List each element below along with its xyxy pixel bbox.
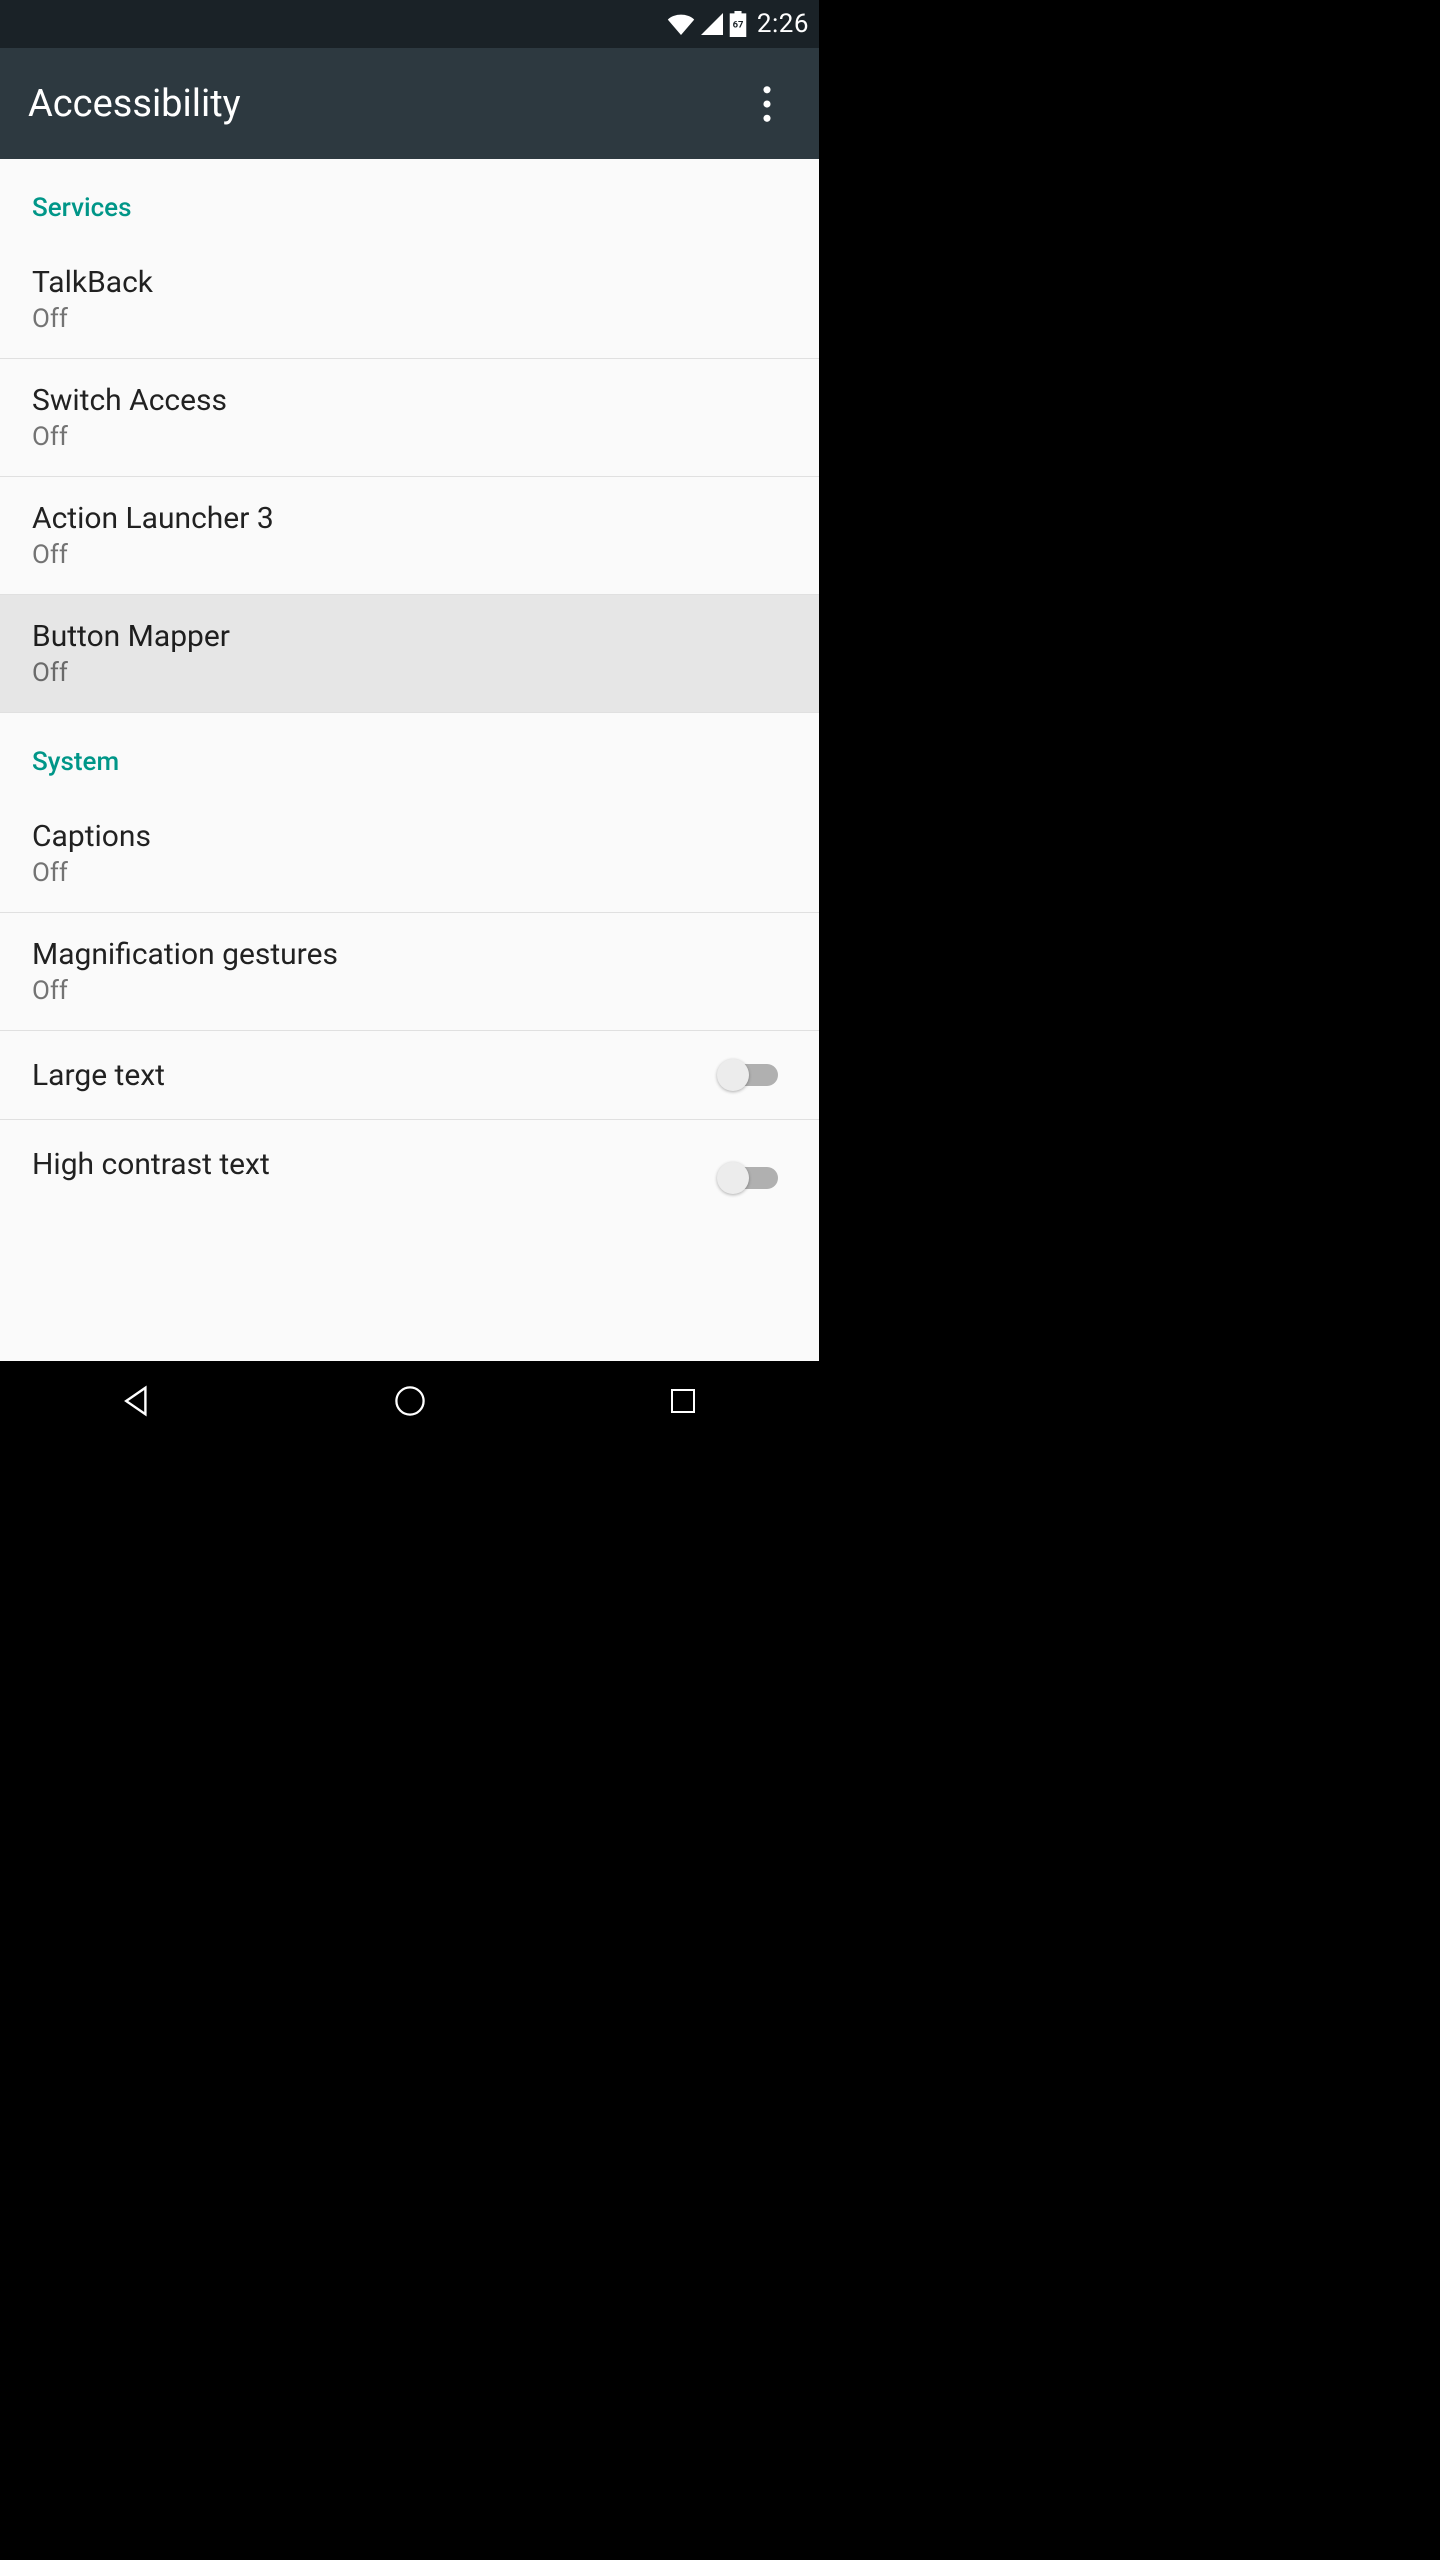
item-talkback[interactable]: TalkBack Off — [0, 241, 819, 359]
item-action-launcher-3[interactable]: Action Launcher 3 Off — [0, 477, 819, 595]
item-captions[interactable]: Captions Off — [0, 795, 819, 913]
status-time: 2:26 — [757, 9, 809, 39]
item-button-mapper[interactable]: Button Mapper Off — [0, 595, 819, 713]
page-title: Accessibility — [28, 82, 241, 126]
app-bar: Accessibility — [0, 48, 819, 159]
back-button[interactable] — [87, 1376, 187, 1426]
item-label: Captions — [32, 819, 151, 854]
recents-button[interactable] — [633, 1376, 733, 1426]
home-icon — [393, 1384, 427, 1418]
item-status: Off — [32, 858, 151, 888]
item-label: Magnification gestures — [32, 937, 338, 972]
item-status: Off — [32, 658, 230, 688]
back-icon — [119, 1383, 155, 1419]
item-label: Large text — [32, 1058, 165, 1093]
large-text-toggle[interactable] — [717, 1055, 787, 1095]
item-label: Switch Access — [32, 383, 227, 418]
home-button[interactable] — [360, 1376, 460, 1426]
item-status: Off — [32, 976, 338, 1006]
high-contrast-text-toggle[interactable] — [717, 1158, 787, 1198]
more-vert-icon — [762, 85, 772, 123]
settings-list[interactable]: Services TalkBack Off Switch Access Off … — [0, 159, 819, 1361]
nav-bar — [0, 1361, 819, 1440]
item-status: Off — [32, 540, 274, 570]
item-label: High contrast text — [32, 1147, 270, 1182]
item-label: Button Mapper — [32, 619, 230, 654]
item-magnification-gestures[interactable]: Magnification gestures Off — [0, 913, 819, 1031]
wifi-icon — [667, 13, 695, 35]
item-switch-access[interactable]: Switch Access Off — [0, 359, 819, 477]
item-status: Off — [32, 304, 153, 334]
item-high-contrast-text[interactable]: High contrast text — [0, 1120, 819, 1208]
section-system: System — [0, 713, 819, 795]
item-large-text[interactable]: Large text — [0, 1031, 819, 1120]
recents-icon — [668, 1386, 698, 1416]
item-label: Action Launcher 3 — [32, 501, 274, 536]
cell-signal-icon — [701, 13, 723, 35]
svg-text:67: 67 — [732, 20, 743, 31]
overflow-menu-button[interactable] — [743, 80, 791, 128]
item-label: TalkBack — [32, 265, 153, 300]
item-status: Off — [32, 422, 227, 452]
section-services: Services — [0, 159, 819, 241]
battery-icon: 67 — [729, 11, 747, 37]
status-bar: 67 2:26 — [0, 0, 819, 48]
